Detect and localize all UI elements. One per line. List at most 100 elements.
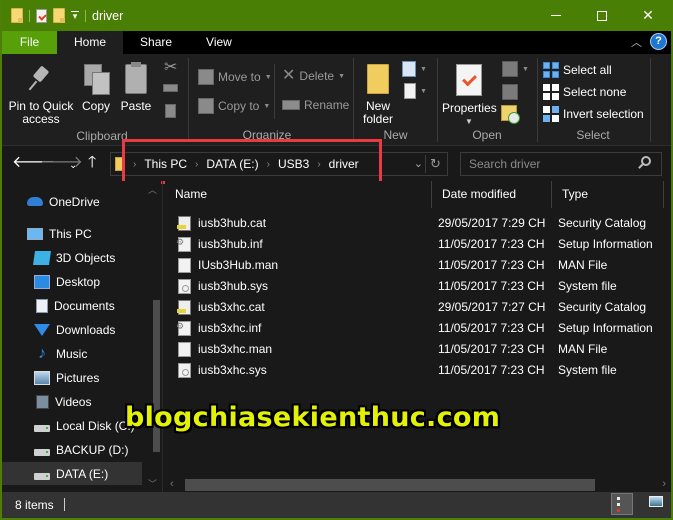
nav-item-3d-objects[interactable]: 3D Objects [2,246,142,269]
man-file-icon [178,342,191,357]
invert-selection-button[interactable]: Invert selection [543,106,644,122]
file-row[interactable]: iusb3xhc.inf 11/05/2017 7:23 CH Setup Info… [165,316,671,339]
nav-item-videos[interactable]: Videos [2,390,142,413]
divider [64,498,65,511]
up-button[interactable]: 🡑 [88,155,96,171]
dropdown-arrow-icon: ▼ [420,65,427,73]
nav-item-local-disk-c[interactable]: Local Disk (C:) [2,414,142,437]
properties-icon [456,64,482,96]
nav-label: Local Disk (C:) [56,418,135,433]
file-row[interactable]: iusb3xhc.cat 29/05/2017 7:27 CH Security C… [165,297,671,318]
inf-file-icon [176,316,191,337]
pin-to-quick-access-button[interactable]: Pin to Quick access [6,64,76,126]
search-input[interactable]: Search driver [460,152,662,176]
copy-to-button[interactable]: Copy to ▼ [198,98,270,114]
column-header-name[interactable]: Name [165,181,432,208]
scroll-down-icon[interactable]: ﹀ [148,477,157,490]
file-date: 29/05/2017 7:27 CH [438,300,546,314]
nav-item-downloads[interactable]: Downloads [2,318,142,341]
nav-label: Music [56,346,88,361]
nav-item-desktop[interactable]: Desktop [2,270,142,293]
dropdown-arrow-icon: ▼ [420,87,427,95]
edit-button[interactable] [502,84,518,100]
paste-shortcut-button[interactable] [165,104,176,118]
file-row[interactable]: iusb3xhc.man 11/05/2017 7:23 CH MAN File [165,339,671,360]
file-row[interactable]: IUsb3Hub.man 11/05/2017 7:23 CH MAN File [165,255,671,276]
select-group-label: Select [576,128,610,142]
properties-icon[interactable] [36,8,47,23]
pin-label-2: access [22,112,60,126]
column-header-date-modified[interactable]: Date modified [432,181,552,208]
recent-locations-button[interactable]: ⌄ [69,158,77,174]
nav-item-data-e[interactable]: DATA (E:) [2,462,142,485]
rename-icon [282,100,300,110]
rename-button[interactable]: Rename [282,98,349,112]
open-button[interactable]: ▼ [502,61,529,77]
address-dropdown-icon[interactable]: ⌄ [414,157,423,170]
file-date: 11/05/2017 7:23 CH [438,279,545,293]
move-to-button[interactable]: Move to ▼ [198,69,272,85]
select-none-button[interactable]: Select none [543,84,626,100]
properties-button[interactable]: Properties ▼ [442,64,497,128]
file-type: Security Catalog [558,300,647,314]
column-header-type[interactable]: Type [552,181,664,208]
pane-divider[interactable] [162,181,163,492]
nav-item-documents[interactable]: Documents [2,294,142,317]
file-date: 11/05/2017 7:23 CH [438,237,545,251]
horizontal-scroll-thumb[interactable] [185,479,595,491]
nav-item-onedrive[interactable]: OneDrive [2,190,142,213]
tab-view[interactable]: View [189,31,249,54]
move-to-label: Move to [218,70,261,84]
horizontal-scrollbar[interactable]: ‹ › [165,476,671,492]
divider [29,9,30,22]
easy-access-button[interactable]: ▼ [404,83,427,99]
details-view-button[interactable] [611,493,633,515]
ribbon-tabs: File Home Share View ︿ ? [2,31,671,54]
large-icons-view-button[interactable] [649,496,663,507]
file-row[interactable]: iusb3hub.sys 11/05/2017 7:23 CH System fil… [165,276,671,297]
maximize-button[interactable] [579,0,625,31]
scroll-up-icon[interactable]: ︿ [148,183,157,196]
item-count: 8 items [15,498,54,512]
file-type: Setup Information [558,321,653,335]
properties-label: Properties [442,101,497,115]
customize-dropdown-icon[interactable]: ▾ [71,11,79,21]
nav-item-this-pc[interactable]: This PC [2,222,142,245]
minimize-button[interactable] [533,0,579,31]
new-item-button[interactable]: ▼ [402,61,427,77]
collapse-ribbon-icon[interactable]: ︿ [631,34,642,50]
file-row[interactable]: iusb3hub.cat 29/05/2017 7:29 CH Security C… [165,213,671,234]
window-title: driver [92,8,124,23]
scroll-right-icon[interactable]: › [662,476,666,492]
tab-file[interactable]: File [2,31,57,54]
nav-item-music[interactable]: ♪ Music [2,342,142,365]
nav-label: Downloads [56,322,116,337]
quick-access-toolbar: ▾ [2,8,86,23]
copy-button[interactable]: Copy [80,64,112,113]
file-row[interactable]: iusb3hub.inf 11/05/2017 7:23 CH Setup Info… [165,232,671,255]
delete-button[interactable]: ✕ Delete ▼ [282,68,345,84]
file-row[interactable]: iusb3xhc.sys 11/05/2017 7:23 CH System fil… [165,360,671,381]
tab-share[interactable]: Share [123,31,189,54]
open-group-label: Open [472,128,502,142]
nav-item-backup-d[interactable]: BACKUP (D:) [2,438,142,461]
scroll-left-icon[interactable]: ‹ [170,476,174,492]
new-folder-button[interactable]: New folder [358,64,398,126]
paste-button[interactable]: Paste [120,62,152,113]
nav-item-pictures[interactable]: Pictures [2,366,142,389]
ribbon: Pin to Quick access Copy Paste Clipboard… [2,54,671,146]
nav-label: This PC [49,226,92,241]
nav-pane-scrollbar[interactable]: ︿ ﹀ [145,181,161,492]
tab-home[interactable]: Home [57,31,124,54]
copy-path-button[interactable] [163,84,178,92]
select-none-label: Select none [563,85,627,99]
cat-file-icon [177,216,191,231]
refresh-button[interactable]: ↻ [425,155,445,173]
new-folder-icon[interactable] [53,8,65,23]
cut-button[interactable]: ✂ [164,60,177,76]
history-button[interactable] [501,105,520,124]
sys-file-icon [178,363,191,378]
help-icon[interactable]: ? [650,33,667,50]
select-all-button[interactable]: Select all [543,62,612,78]
close-button[interactable]: ✕ [625,0,671,31]
